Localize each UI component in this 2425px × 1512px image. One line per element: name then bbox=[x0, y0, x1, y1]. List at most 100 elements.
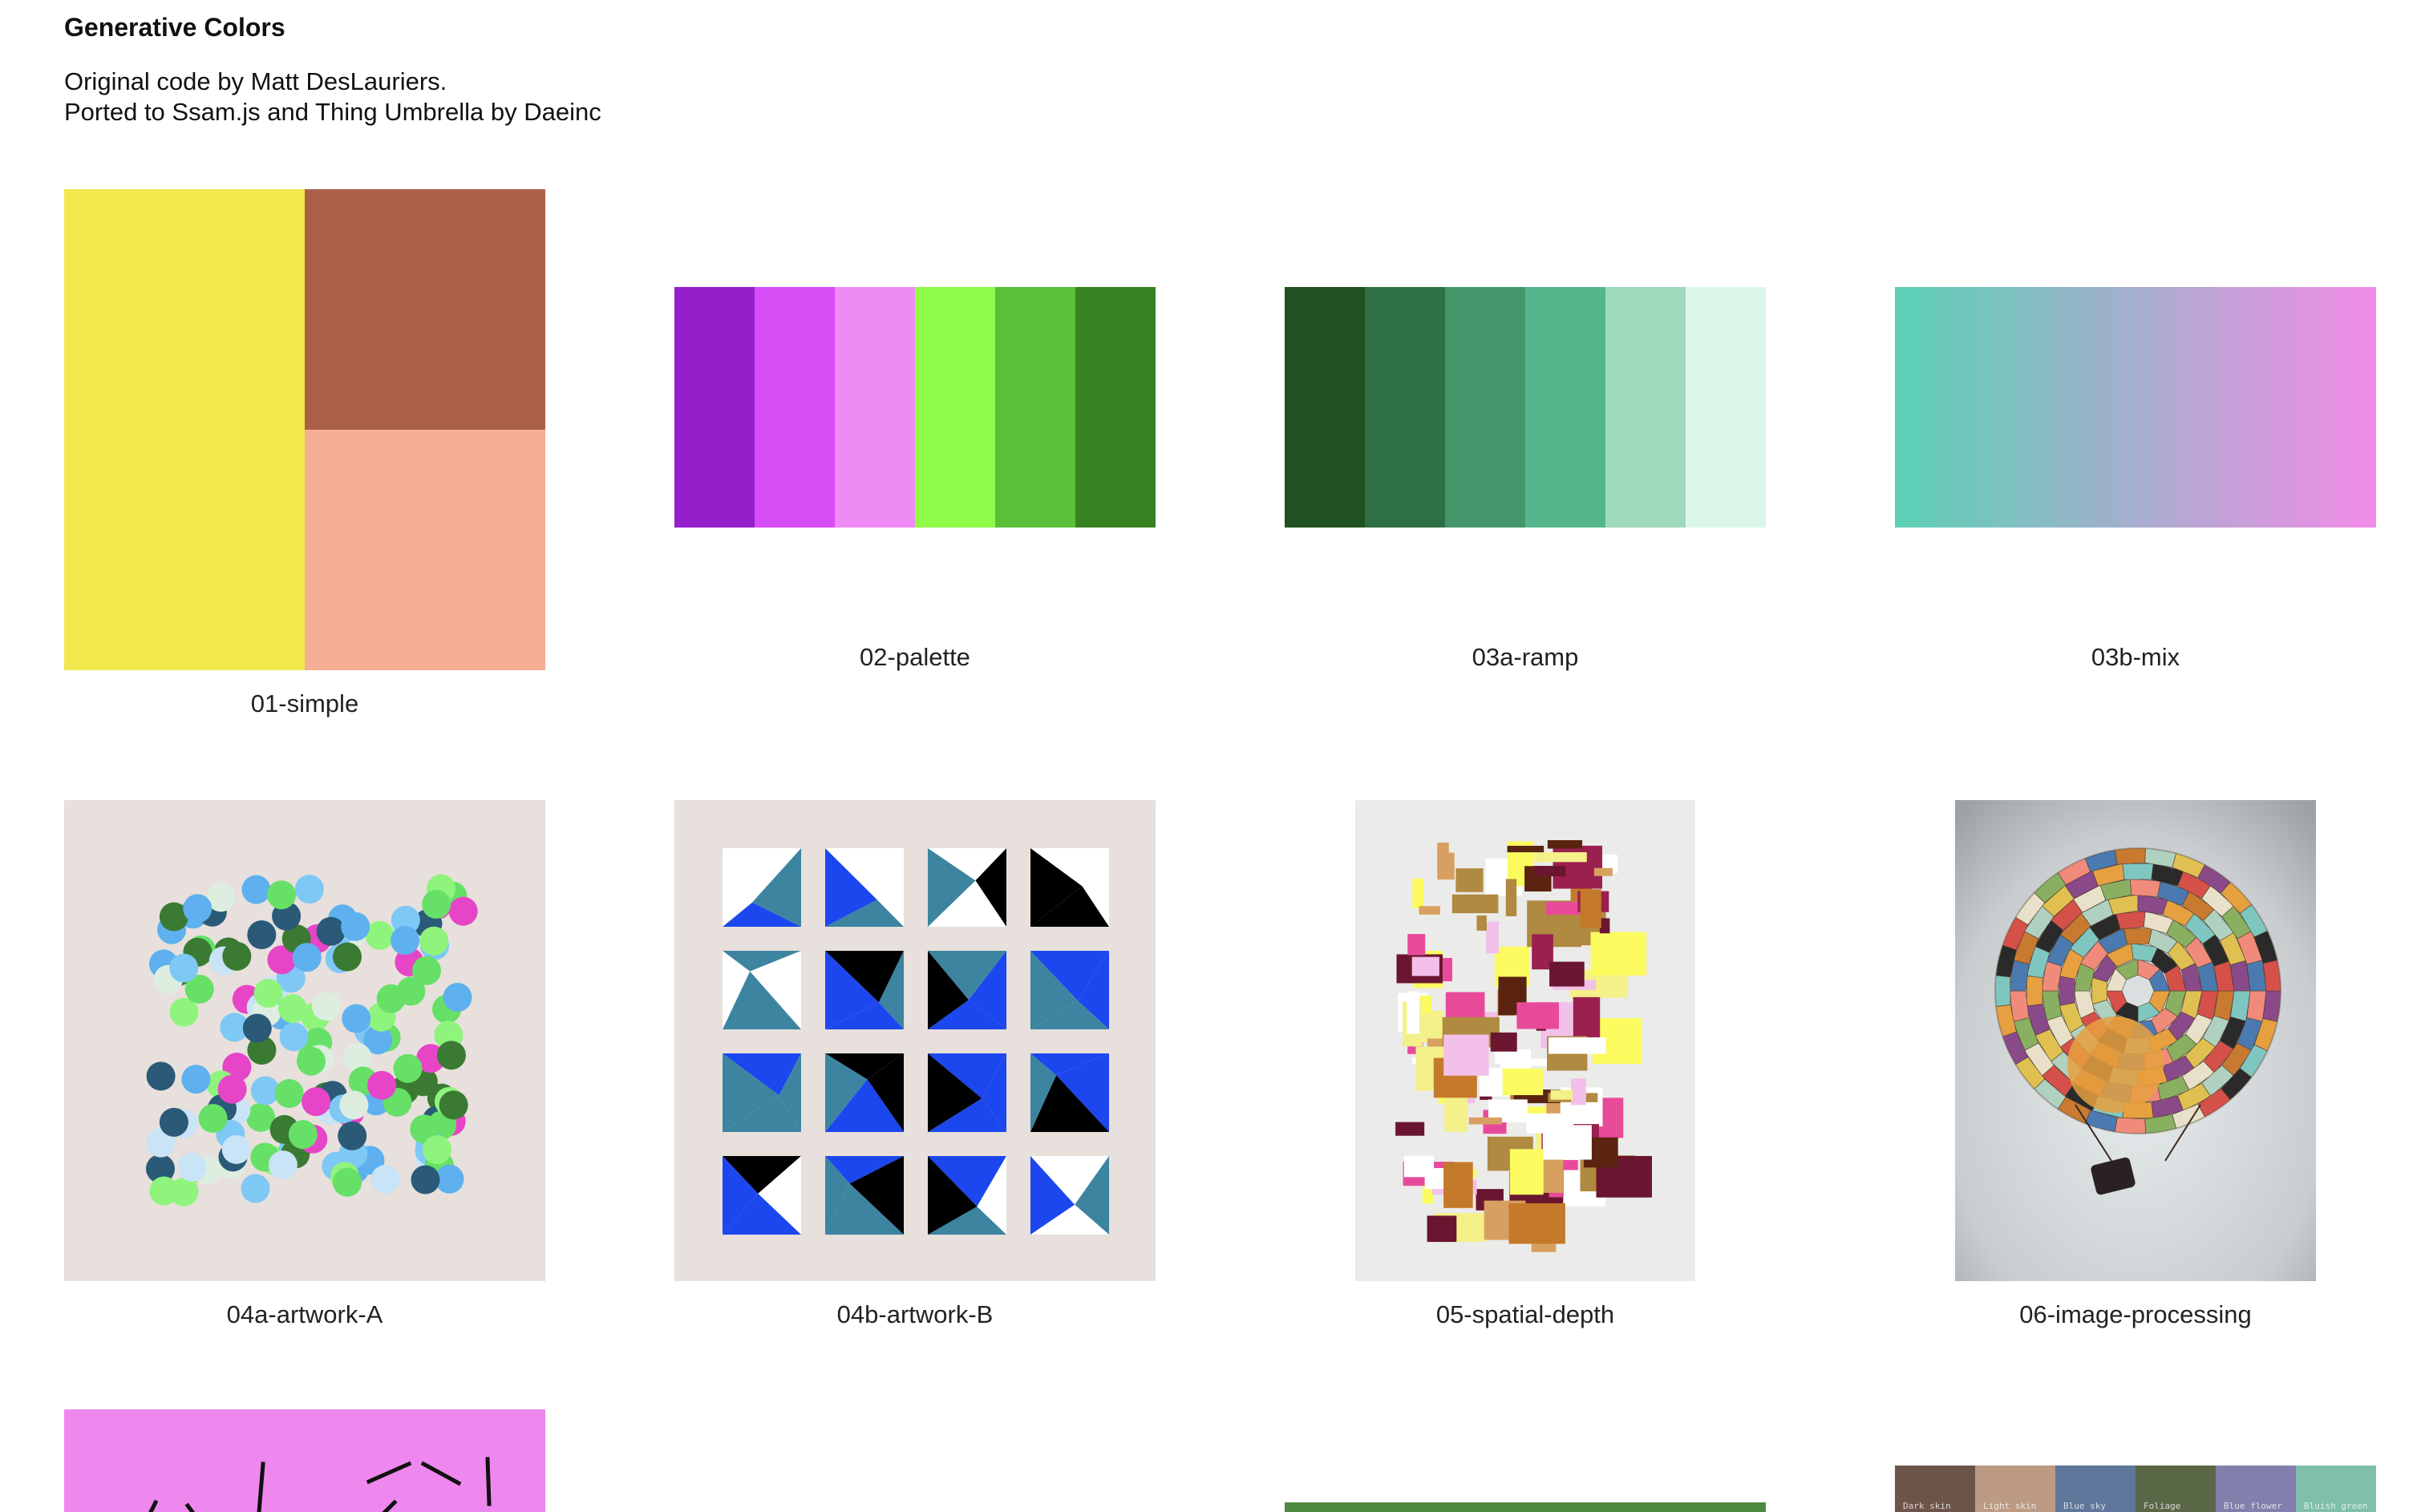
sketch-label[interactable]: 04b-artwork-B bbox=[674, 1300, 1156, 1329]
sketch-thumb-simple[interactable] bbox=[64, 189, 545, 670]
dot bbox=[222, 941, 252, 971]
mix-swatch bbox=[2296, 287, 2316, 528]
palette-swatch bbox=[915, 287, 995, 528]
dot bbox=[448, 896, 478, 926]
box bbox=[1594, 867, 1613, 876]
dot bbox=[391, 926, 419, 955]
ramp-swatch bbox=[1525, 287, 1605, 528]
sketch-thumb-palette[interactable] bbox=[674, 287, 1156, 528]
sketch-thumb-lines[interactable] bbox=[64, 1409, 545, 1512]
sketch-thumb-spatial-depth[interactable] bbox=[1355, 800, 1695, 1281]
box bbox=[1437, 843, 1449, 877]
mix-swatch bbox=[1955, 287, 1975, 528]
triangle-grid-artwork bbox=[723, 848, 1109, 1235]
checker-label: Dark skin bbox=[1903, 1501, 1951, 1511]
mix-swatch bbox=[2015, 287, 2035, 528]
sketch-label[interactable]: 06-image-processing bbox=[1895, 1300, 2376, 1329]
box bbox=[1468, 1117, 1503, 1125]
sketch-label[interactable]: 03b-mix bbox=[1895, 643, 2376, 672]
sketch-thumb-green[interactable] bbox=[1285, 1502, 1766, 1512]
dot bbox=[221, 1134, 251, 1164]
box bbox=[1547, 840, 1583, 849]
dot bbox=[302, 1087, 331, 1117]
lines-artwork bbox=[148, 1457, 492, 1512]
simple-color-block bbox=[64, 189, 305, 670]
dot bbox=[341, 912, 370, 941]
sketch-label[interactable]: 02-palette bbox=[674, 643, 1156, 672]
mix-swatch bbox=[2276, 287, 2296, 528]
checker-label: Foliage bbox=[2144, 1501, 2181, 1511]
ramp-swatch bbox=[1365, 287, 1445, 528]
dot bbox=[338, 1121, 367, 1150]
checker-swatch: Light skin bbox=[1975, 1466, 2055, 1512]
mix-swatch bbox=[2115, 287, 2136, 528]
box bbox=[1509, 1149, 1544, 1195]
dot bbox=[267, 880, 296, 910]
dot bbox=[274, 1079, 304, 1108]
page-title: Generative Colors bbox=[64, 13, 285, 42]
sketch-thumb-mix[interactable] bbox=[1895, 287, 2376, 528]
mix-swatch bbox=[2336, 287, 2356, 528]
checker-label: Light skin bbox=[1983, 1501, 2037, 1511]
dot bbox=[443, 983, 472, 1012]
balloon-panel bbox=[1995, 975, 2011, 1007]
ramp-swatch bbox=[1605, 287, 1686, 528]
mix-swatch bbox=[2236, 287, 2256, 528]
box bbox=[1403, 1155, 1435, 1178]
dot bbox=[297, 1046, 326, 1076]
mix-swatch bbox=[2075, 287, 2095, 528]
ramp-swatch bbox=[1285, 287, 1365, 528]
dot bbox=[396, 976, 426, 1006]
box bbox=[1502, 1068, 1544, 1095]
sketch-label[interactable]: 05-spatial-depth bbox=[1285, 1300, 1766, 1329]
mix-swatch bbox=[1975, 287, 1995, 528]
checker-swatch: Blue flower bbox=[2216, 1466, 2296, 1512]
box bbox=[1407, 991, 1419, 1034]
dot bbox=[294, 875, 324, 904]
dot bbox=[419, 926, 449, 956]
sketch-label[interactable]: 04a-artwork-A bbox=[64, 1300, 545, 1329]
dot bbox=[292, 943, 322, 972]
ramp-swatch bbox=[1445, 287, 1525, 528]
dot bbox=[279, 1022, 309, 1052]
dot bbox=[198, 1104, 228, 1133]
dot bbox=[268, 1150, 298, 1180]
dot bbox=[241, 875, 271, 904]
dot bbox=[242, 1013, 272, 1043]
dot bbox=[333, 1167, 362, 1197]
sketch-thumb-artwork-b[interactable] bbox=[674, 800, 1156, 1281]
sketch-thumb-ramp[interactable] bbox=[1285, 287, 1766, 528]
hot-air-balloon-image bbox=[1955, 800, 2316, 1281]
dot bbox=[411, 1165, 440, 1195]
dot bbox=[423, 1135, 451, 1165]
sketch-label[interactable]: 03a-ramp bbox=[1285, 643, 1766, 672]
mix-swatch bbox=[2095, 287, 2115, 528]
box bbox=[1507, 846, 1544, 853]
box bbox=[1580, 889, 1601, 928]
checker-swatch: Foliage bbox=[2136, 1466, 2216, 1512]
dot bbox=[312, 992, 341, 1021]
mix-swatch bbox=[1935, 287, 1955, 528]
dot bbox=[339, 1090, 369, 1120]
sketch-thumb-artwork-a[interactable] bbox=[64, 800, 545, 1281]
balloon-panel bbox=[2059, 976, 2075, 1006]
checker-label: Bluish green bbox=[2304, 1501, 2368, 1511]
mix-swatch bbox=[2035, 287, 2055, 528]
dot bbox=[181, 1065, 211, 1094]
dot bbox=[277, 994, 307, 1024]
checker-label: Blue flower bbox=[2224, 1501, 2282, 1511]
balloon-panel bbox=[2115, 911, 2146, 930]
sketch-thumb-color-checker[interactable]: Dark skin Light skin Blue sky Foliage Blue f… bbox=[1895, 1466, 2376, 1512]
dots-artwork bbox=[146, 874, 478, 1207]
dot bbox=[393, 1053, 423, 1083]
palette-swatch bbox=[755, 287, 835, 528]
sketch-label[interactable]: 01-simple bbox=[64, 689, 545, 718]
balloon-panel bbox=[2122, 863, 2154, 880]
sketch-thumb-image-processing[interactable] bbox=[1955, 800, 2316, 1281]
mix-swatch bbox=[2216, 287, 2236, 528]
box bbox=[1455, 868, 1484, 892]
mix-swatch bbox=[2156, 287, 2176, 528]
dot bbox=[288, 1120, 318, 1150]
box bbox=[1427, 1215, 1457, 1243]
dot bbox=[177, 1152, 207, 1182]
